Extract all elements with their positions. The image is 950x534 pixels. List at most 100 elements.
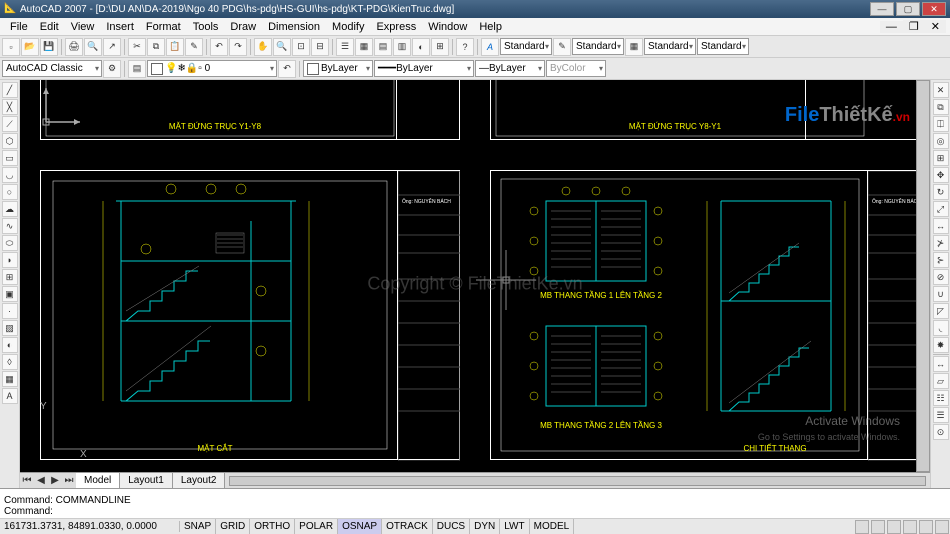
preview-icon[interactable]: 🔍 bbox=[84, 38, 102, 56]
snap-toggle[interactable]: SNAP bbox=[180, 519, 216, 534]
paste-icon[interactable]: 📋 bbox=[166, 38, 184, 56]
markup-icon[interactable]: ◐ bbox=[412, 38, 430, 56]
zoomprev-icon[interactable]: ⊟ bbox=[311, 38, 329, 56]
cut-icon[interactable]: ✂ bbox=[128, 38, 146, 56]
ellipsearc-icon[interactable]: ◗ bbox=[2, 252, 18, 268]
maximize-button[interactable]: ▢ bbox=[896, 2, 920, 16]
point-icon[interactable]: · bbox=[2, 303, 18, 319]
hatch-icon[interactable]: ▨ bbox=[2, 320, 18, 336]
offset-icon[interactable]: ◎ bbox=[933, 133, 949, 149]
id-icon[interactable]: ⊙ bbox=[933, 424, 949, 440]
region-icon[interactable]: ◊ bbox=[2, 354, 18, 370]
tab-model[interactable]: Model bbox=[76, 473, 120, 488]
spline-icon[interactable]: ∿ bbox=[2, 218, 18, 234]
gradient-icon[interactable]: ◐ bbox=[2, 337, 18, 353]
massprop-icon[interactable]: ☷ bbox=[933, 390, 949, 406]
menu-help[interactable]: Help bbox=[473, 21, 508, 33]
circle-icon[interactable]: ○ bbox=[2, 184, 18, 200]
undo-icon[interactable]: ↶ bbox=[210, 38, 228, 56]
menu-insert[interactable]: Insert bbox=[100, 21, 140, 33]
menu-draw[interactable]: Draw bbox=[224, 21, 262, 33]
table-icon[interactable]: ▦ bbox=[2, 371, 18, 387]
menu-tools[interactable]: Tools bbox=[187, 21, 225, 33]
plotstyle-combo[interactable]: ByColor bbox=[546, 60, 606, 77]
workspace-settings-icon[interactable]: ⚙ bbox=[103, 60, 121, 78]
fillet-icon[interactable]: ◟ bbox=[933, 320, 949, 336]
join-icon[interactable]: ∪ bbox=[933, 286, 949, 302]
textstyle-combo[interactable]: Standard bbox=[500, 38, 552, 55]
redo-icon[interactable]: ↷ bbox=[229, 38, 247, 56]
rectangle-icon[interactable]: ▭ bbox=[2, 150, 18, 166]
area-icon[interactable]: ▱ bbox=[933, 373, 949, 389]
tab-last-icon[interactable]: ⏭ bbox=[62, 475, 76, 486]
array-icon[interactable]: ⊞ bbox=[933, 150, 949, 166]
ellipse-icon[interactable]: ⬭ bbox=[2, 235, 18, 251]
matchprop-icon[interactable]: ✎ bbox=[185, 38, 203, 56]
explode-icon[interactable]: ✸ bbox=[933, 337, 949, 353]
status-annot-icon[interactable] bbox=[903, 520, 917, 534]
pan-icon[interactable]: ✋ bbox=[254, 38, 272, 56]
tab-layout1[interactable]: Layout1 bbox=[120, 473, 173, 488]
workspace-combo[interactable]: AutoCAD Classic bbox=[2, 60, 102, 77]
menu-window[interactable]: Window bbox=[422, 21, 473, 33]
menu-dimension[interactable]: Dimension bbox=[262, 21, 326, 33]
lineweight-combo[interactable]: — ByLayer bbox=[475, 60, 545, 77]
hscrollbar[interactable] bbox=[229, 476, 926, 486]
color-combo[interactable]: ByLayer bbox=[303, 60, 373, 77]
copy2-icon[interactable]: ⧉ bbox=[933, 99, 949, 115]
model-toggle[interactable]: MODEL bbox=[530, 519, 575, 534]
dimstyle-icon[interactable]: ✎ bbox=[553, 38, 571, 56]
doc-restore-button[interactable]: ❐ bbox=[903, 20, 925, 33]
polygon-icon[interactable]: ⬡ bbox=[2, 133, 18, 149]
tab-prev-icon[interactable]: ◀ bbox=[34, 475, 48, 486]
properties-icon[interactable]: ☰ bbox=[336, 38, 354, 56]
vscrollbar[interactable] bbox=[916, 80, 930, 472]
ortho-toggle[interactable]: ORTHO bbox=[250, 519, 295, 534]
open-icon[interactable]: 📂 bbox=[21, 38, 39, 56]
menu-express[interactable]: Express bbox=[370, 21, 422, 33]
menu-view[interactable]: View bbox=[65, 21, 101, 33]
designcenter-icon[interactable]: ▦ bbox=[355, 38, 373, 56]
sheetset-icon[interactable]: ▥ bbox=[393, 38, 411, 56]
toolpalettes-icon[interactable]: ▤ bbox=[374, 38, 392, 56]
drawing-canvas[interactable]: MẶT ĐỨNG TRỤC Y1-Y8 MẶT ĐỨNG TRỤC Y8-Y1 bbox=[20, 80, 930, 488]
tab-first-icon[interactable]: ⏮ bbox=[20, 475, 34, 486]
arc-icon[interactable]: ◡ bbox=[2, 167, 18, 183]
layerprops-icon[interactable]: ▤ bbox=[128, 60, 146, 78]
block-icon[interactable]: ▣ bbox=[2, 286, 18, 302]
mtext-icon[interactable]: A bbox=[2, 388, 18, 404]
status-plus-icon[interactable] bbox=[887, 520, 901, 534]
new-icon[interactable]: ▫ bbox=[2, 38, 20, 56]
menu-format[interactable]: Format bbox=[140, 21, 187, 33]
tablestyle-icon[interactable]: ▦ bbox=[625, 38, 643, 56]
break-icon[interactable]: ⊘ bbox=[933, 269, 949, 285]
publish-icon[interactable]: ↗ bbox=[103, 38, 121, 56]
list-icon[interactable]: ☰ bbox=[933, 407, 949, 423]
quickcalc-icon[interactable]: ⊞ bbox=[431, 38, 449, 56]
doc-minimize-button[interactable]: — bbox=[880, 21, 903, 33]
move-icon[interactable]: ✥ bbox=[933, 167, 949, 183]
scale-icon[interactable]: ⤢ bbox=[933, 201, 949, 217]
tablestyle-combo[interactable]: Standard bbox=[644, 38, 696, 55]
erase-icon[interactable]: ✕ bbox=[933, 82, 949, 98]
rotate-icon[interactable]: ↻ bbox=[933, 184, 949, 200]
save-icon[interactable]: 💾 bbox=[40, 38, 58, 56]
tab-layout2[interactable]: Layout2 bbox=[173, 473, 226, 488]
trim-icon[interactable]: ⊁ bbox=[933, 235, 949, 251]
chamfer-icon[interactable]: ◸ bbox=[933, 303, 949, 319]
lwt-toggle[interactable]: LWT bbox=[500, 519, 529, 534]
pline-icon[interactable]: ⟋ bbox=[2, 116, 18, 132]
copy-icon[interactable]: ⧉ bbox=[147, 38, 165, 56]
status-tray-icon[interactable] bbox=[919, 520, 933, 534]
insert-icon[interactable]: ⊞ bbox=[2, 269, 18, 285]
menu-edit[interactable]: Edit bbox=[34, 21, 65, 33]
status-grid-icon[interactable] bbox=[871, 520, 885, 534]
zoom-icon[interactable]: 🔍 bbox=[273, 38, 291, 56]
extend-icon[interactable]: ⊱ bbox=[933, 252, 949, 268]
revcloud-icon[interactable]: ☁ bbox=[2, 201, 18, 217]
close-button[interactable]: ✕ bbox=[922, 2, 946, 16]
stretch-icon[interactable]: ↔ bbox=[933, 218, 949, 234]
tab-next-icon[interactable]: ▶ bbox=[48, 475, 62, 486]
a-icon[interactable]: A bbox=[481, 38, 499, 56]
otrack-toggle[interactable]: OTRACK bbox=[382, 519, 433, 534]
